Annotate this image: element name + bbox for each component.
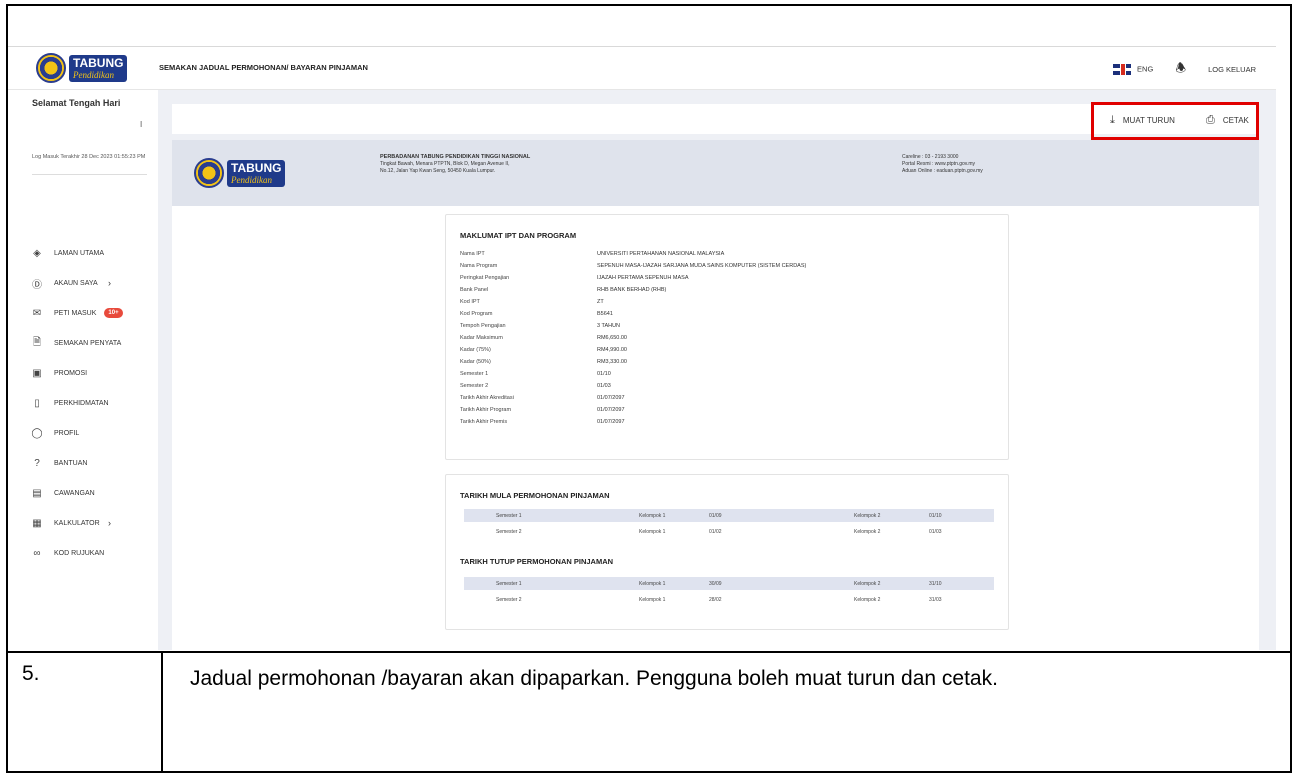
table-row: Semester 2 Kelompok 1 01/02 Kelompok 2 0… — [496, 529, 942, 535]
info-row: Nama IPT UNIVERSITI PERTAHANAN NASIONAL M… — [460, 251, 725, 257]
open-date-title: TARIKH MULA PERMOHONAN PINJAMAN — [460, 491, 610, 500]
table-row: Semester 1 Kelompok 1 01/09 Kelompok 2 0… — [464, 509, 994, 522]
info-row: Kadar (75%) RM4,990.00 — [460, 347, 627, 353]
sidebar-item-label: KOD RUJUKAN — [54, 549, 105, 557]
info-row: Kadar (50%) RM3,330.00 — [460, 359, 627, 365]
sidebar-item-cawangan[interactable]: ▤ CAWANGAN — [30, 478, 150, 508]
phone-icon: ▯ — [34, 397, 40, 409]
info-row: Kod Program B5641 — [460, 311, 613, 317]
chevron-right-icon: › — [108, 278, 111, 288]
address-line-2: No.12, Jalan Yap Kwan Seng, 50450 Kuala … — [380, 168, 496, 174]
sidebar-item-label: BANTUAN — [54, 459, 88, 467]
help-icon: ? — [34, 457, 40, 469]
info-row: Tarikh Akhir Akreditasi 01/07/2097 — [460, 395, 625, 401]
page-title: SEMAKAN JADUAL PERMOHONAN/ BAYARAN PINJA… — [159, 63, 368, 72]
gift-icon: ▣ — [32, 367, 42, 379]
sidebar-item-label: AKAUN SAYA — [54, 279, 98, 287]
main-area: ⤓ MUAT TURUN ⎙ CETAK TABUNG Pendidikan P… — [158, 90, 1276, 650]
sidebar-item-label: KALKULATOR — [54, 519, 100, 527]
sidebar-item-label: SEMAKAN PENYATA — [54, 339, 122, 347]
careline: Careline : 03 - 2193 3000 — [902, 154, 959, 160]
address-line-1: Tingkat Bawah, Menara PTPTN, Blok D, Meg… — [380, 161, 510, 167]
sidebar-menu: ◈ LAMAN UTAMA Ⓓ AKAUN SAYA › ✉ PETI MASU… — [30, 238, 150, 568]
info-row: Kadar Maksimum RM6,650.00 — [460, 335, 627, 341]
dollar-icon: Ⓓ — [32, 279, 42, 291]
sidebar-divider — [32, 174, 147, 175]
unread-badge: 10+ — [104, 308, 123, 318]
app-screenshot: TABUNG Pendidikan SEMAKAN JADUAL PERMOHO… — [8, 46, 1276, 650]
org-name: PERBADANAN TABUNG PENDIDIKAN TINGGI NASI… — [380, 154, 531, 160]
sidebar-item-semakan-penyata[interactable]: 🗎︎ SEMAKAN PENYATA — [30, 328, 150, 358]
sidebar-item-akaun-saya[interactable]: Ⓓ AKAUN SAYA › — [30, 268, 150, 298]
sidebar-item-kalkulator[interactable]: ▦ KALKULATOR › — [30, 508, 150, 538]
logo-text-bottom: Pendidikan — [69, 70, 128, 82]
document-icon: 🗎︎ — [32, 336, 42, 348]
table-row: Semester 2 Kelompok 1 28/02 Kelompok 2 3… — [496, 597, 942, 603]
table-col-divider — [161, 651, 163, 773]
sidebar-item-label: PROFIL — [54, 429, 80, 437]
language-switch[interactable]: ENG — [1113, 64, 1153, 75]
logo-text-top: TABUNG — [227, 159, 286, 176]
sidebar-item-label: PROMOSI — [54, 369, 88, 377]
sidebar-item-label: PETI MASUK — [54, 309, 97, 317]
step-description: Jadual permohonan /bayaran akan dipapark… — [190, 667, 998, 690]
greeting-username: I — [140, 120, 143, 129]
info-row: Kod IPT ZT — [460, 299, 604, 305]
info-row: Tempoh Pengajian 3 TAHUN — [460, 323, 621, 329]
logo-text-top: TABUNG — [69, 54, 128, 71]
ipt-program-card: MAKLUMAT IPT DAN PROGRAM Nama IPT UNIVERS… — [445, 214, 1009, 460]
sidebar-item-peti-masuk[interactable]: ✉ PETI MASUK 10+ — [30, 298, 150, 328]
sidebar-item-label: CAWANGAN — [54, 489, 95, 497]
building-icon: ▤ — [32, 487, 42, 499]
ptptn-header-logo: TABUNG Pendidikan — [194, 158, 286, 188]
sidebar: Selamat Tengah Hari I Log Masuk Terakhir… — [8, 90, 158, 650]
info-row: Semester 1 01/10 — [460, 371, 611, 377]
card-title: MAKLUMAT IPT DAN PROGRAM — [460, 231, 577, 240]
highlight-box — [1091, 102, 1259, 140]
calculator-icon: ▦ — [32, 517, 42, 529]
sidebar-item-kod-rujukan[interactable]: ∞ KOD RUJUKAN — [30, 538, 150, 568]
org-contact: Careline : 03 - 2193 3000 Portal Resmi :… — [902, 154, 983, 175]
top-bar: TABUNG Pendidikan SEMAKAN JADUAL PERMOHO… — [8, 46, 1276, 90]
logo-text-bottom: Pendidikan — [227, 175, 286, 187]
sidebar-item-promosi[interactable]: ▣ PROMOSI — [30, 358, 150, 388]
chevron-right-icon: › — [108, 518, 111, 528]
table-row: Semester 1 Kelompok 1 30/09 Kelompok 2 3… — [464, 577, 994, 590]
close-date-title: TARIKH TUTUP PERMOHONAN PINJAMAN — [460, 557, 614, 566]
step-number: 5. — [22, 662, 40, 685]
sidebar-item-label: PERKHIDMATAN — [54, 399, 109, 407]
sidebar-item-laman-utama[interactable]: ◈ LAMAN UTAMA — [30, 238, 150, 268]
sidebar-item-profil[interactable]: ◯ PROFIL — [30, 418, 150, 448]
info-row: Tarikh Akhir Program 01/07/2097 — [460, 407, 625, 413]
ptptn-header: TABUNG Pendidikan PERBADANAN TABUNG PEND… — [172, 140, 1259, 206]
loan-schedule-card: TARIKH MULA PERMOHONAN PINJAMAN Semester… — [445, 474, 1009, 630]
layers-icon: ◈ — [33, 247, 41, 259]
aduan-link: Aduan Online : eaduan.ptptn.gov.my — [902, 168, 983, 174]
logout-link[interactable]: LOG KELUAR — [1208, 65, 1256, 74]
user-icon: ◯ — [31, 427, 43, 439]
bell-icon[interactable]: 🕭︎ — [1175, 59, 1186, 80]
mail-icon: ✉ — [32, 307, 42, 319]
emblem-icon — [36, 53, 66, 83]
info-row: Tarikh Akhir Premis 01/07/2097 — [460, 419, 625, 425]
table-row-divider — [6, 651, 1292, 653]
sidebar-item-bantuan[interactable]: ? BANTUAN — [30, 448, 150, 478]
link-icon: ∞ — [33, 547, 41, 559]
emblem-icon — [194, 158, 224, 188]
info-row: Bank Panel RHB BANK BERHAD (RHB) — [460, 287, 667, 293]
greeting: Selamat Tengah Hari — [32, 98, 121, 108]
ptptn-logo[interactable]: TABUNG Pendidikan — [36, 53, 128, 83]
portal-link: Portal Resmi : www.ptptn.gov.my — [902, 161, 975, 167]
statement-content: TABUNG Pendidikan PERBADANAN TABUNG PEND… — [172, 140, 1259, 650]
info-row: Semester 2 01/03 — [460, 383, 611, 389]
uk-flag-icon — [1113, 64, 1132, 75]
info-row: Peringkat Pengajian IJAZAH PERTAMA SEPENU… — [460, 275, 689, 281]
org-address: PERBADANAN TABUNG PENDIDIKAN TINGGI NASI… — [380, 154, 530, 175]
info-row: Nama Program SEPENUH MASA-IJAZAH SARJANA … — [460, 263, 807, 269]
last-login: Log Masuk Terakhir 28 Dec 2023 01:55:23 … — [32, 154, 146, 160]
sidebar-item-perkhidmatan[interactable]: ▯ PERKHIDMATAN — [30, 388, 150, 418]
sidebar-item-label: LAMAN UTAMA — [54, 249, 105, 257]
language-label: ENG — [1137, 64, 1154, 74]
